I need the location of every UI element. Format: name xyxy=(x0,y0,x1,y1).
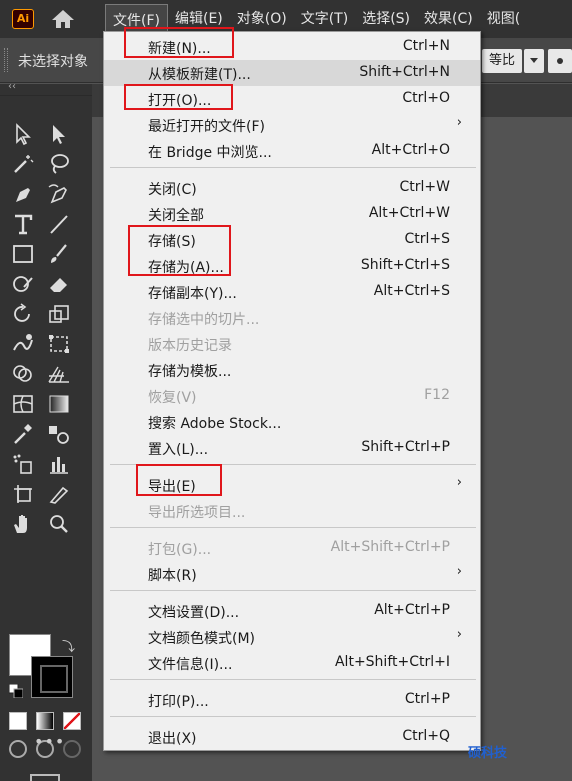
menu-separator xyxy=(110,679,476,680)
curvature-tool-icon[interactable] xyxy=(46,182,78,208)
none-icon[interactable] xyxy=(63,712,81,730)
file-menu-dropdown: 新建(N)... Ctrl+N 从模板新建(T)... Shift+Ctrl+N 打… xyxy=(103,31,481,751)
more-tools-icon[interactable]: ••• xyxy=(34,732,65,751)
highlight-open xyxy=(124,84,233,110)
menu-separator xyxy=(110,716,476,717)
menu-item-place[interactable]: 置入(L)... Shift+Ctrl+P xyxy=(104,435,480,461)
magic-wand-tool-icon[interactable] xyxy=(10,152,42,178)
submenu-arrow-icon: › xyxy=(456,627,462,642)
panel-grip[interactable] xyxy=(4,48,8,72)
menu-view[interactable]: 视图( xyxy=(480,0,527,38)
default-colors-icon[interactable] xyxy=(9,684,23,698)
gradient-tool-icon[interactable] xyxy=(46,392,78,418)
direct-selection-tool-icon[interactable] xyxy=(46,122,78,148)
menu-separator xyxy=(110,167,476,168)
blend-tool-icon[interactable] xyxy=(46,422,78,448)
menu-item-version-history[interactable]: 版本历史记录 xyxy=(104,331,480,357)
menu-item-browse-bridge[interactable]: 在 Bridge 中浏览... Alt+Ctrl+O xyxy=(104,138,480,164)
tools-panel-header: ‹‹ xyxy=(0,81,92,96)
menu-item-save-as-template[interactable]: 存储为模板... xyxy=(104,357,480,383)
color-mode-buttons xyxy=(9,712,81,730)
line-tool-icon[interactable] xyxy=(46,212,78,238)
perspective-grid-tool-icon[interactable] xyxy=(46,362,78,388)
scale-tool-icon[interactable] xyxy=(46,302,78,328)
draw-normal-icon[interactable] xyxy=(9,740,27,758)
highlight-new xyxy=(124,27,234,58)
selection-status: 未选择对象 xyxy=(18,54,88,70)
submenu-arrow-icon: › xyxy=(456,475,462,490)
symbol-sprayer-tool-icon[interactable] xyxy=(10,452,42,478)
type-tool-icon[interactable] xyxy=(10,212,42,238)
pen-tool-icon[interactable] xyxy=(10,182,42,208)
menu-item-close-all[interactable]: 关闭全部 Alt+Ctrl+W xyxy=(104,201,480,227)
tool-grid xyxy=(10,122,82,538)
ratio-select[interactable]: 等比 xyxy=(482,49,522,73)
free-transform-tool-icon[interactable] xyxy=(46,332,78,358)
watermark: 硕科技 xyxy=(468,746,508,761)
eyedropper-tool-icon[interactable] xyxy=(10,422,42,448)
menu-item-scripts[interactable]: 脚本(R) › xyxy=(104,561,480,587)
stroke-color-swatch[interactable] xyxy=(31,656,73,698)
zoom-tool-icon[interactable] xyxy=(46,512,78,538)
artboard-tool-icon[interactable] xyxy=(10,482,42,508)
menu-item-close[interactable]: 关闭(C) Ctrl+W xyxy=(104,175,480,201)
submenu-arrow-icon: › xyxy=(456,115,462,130)
menu-item-save-selected-slices[interactable]: 存储选中的切片... xyxy=(104,305,480,331)
menu-item-package[interactable]: 打包(G)... Alt+Shift+Ctrl+P xyxy=(104,535,480,561)
slice-tool-icon[interactable] xyxy=(46,482,78,508)
rectangle-tool-icon[interactable] xyxy=(10,242,42,268)
menu-item-file-info[interactable]: 文件信息(I)... Alt+Shift+Ctrl+I xyxy=(104,650,480,676)
hand-tool-icon[interactable] xyxy=(10,512,42,538)
highlight-save-group xyxy=(128,225,231,276)
paintbrush-tool-icon[interactable] xyxy=(46,242,78,268)
draw-inside-icon[interactable] xyxy=(63,740,81,758)
menu-item-save-copy[interactable]: 存储副本(Y)... Alt+Ctrl+S xyxy=(104,279,480,305)
ratio-dropdown-button[interactable] xyxy=(524,49,544,73)
menu-item-export-selection[interactable]: 导出所选项目... xyxy=(104,498,480,524)
column-graph-tool-icon[interactable] xyxy=(46,452,78,478)
menu-separator xyxy=(110,590,476,591)
screen-mode-icon[interactable] xyxy=(30,774,60,781)
menu-item-new-from-template[interactable]: 从模板新建(T)... Shift+Ctrl+N xyxy=(104,60,480,86)
home-icon[interactable] xyxy=(50,8,76,30)
menu-separator xyxy=(110,527,476,528)
mesh-tool-icon[interactable] xyxy=(10,392,42,418)
selection-tool-icon[interactable] xyxy=(10,122,42,148)
menu-item-search-adobe-stock[interactable]: 搜索 Adobe Stock... xyxy=(104,409,480,435)
rotate-tool-icon[interactable] xyxy=(10,302,42,328)
warp-tool-icon[interactable] xyxy=(10,332,42,358)
shape-builder-tool-icon[interactable] xyxy=(10,362,42,388)
shaper-tool-icon[interactable] xyxy=(10,272,42,298)
menu-item-document-color-mode[interactable]: 文档颜色模式(M) › xyxy=(104,624,480,650)
eraser-tool-icon[interactable] xyxy=(46,272,78,298)
color-icon[interactable] xyxy=(9,712,27,730)
lasso-tool-icon[interactable] xyxy=(46,152,78,178)
app-logo: Ai xyxy=(12,9,34,29)
swap-colors-icon[interactable]: ⤵ xyxy=(62,636,75,655)
submenu-arrow-icon: › xyxy=(456,564,462,579)
collapse-icon[interactable]: ‹‹ xyxy=(8,81,16,92)
menu-item-open-recent[interactable]: 最近打开的文件(F) › xyxy=(104,112,480,138)
menu-item-revert[interactable]: 恢复(V) F12 xyxy=(104,383,480,409)
menu-item-document-setup[interactable]: 文档设置(D)... Alt+Ctrl+P xyxy=(104,598,480,624)
menu-item-exit[interactable]: 退出(X) Ctrl+Q xyxy=(104,724,480,750)
menu-item-print[interactable]: 打印(P)... Ctrl+P xyxy=(104,687,480,713)
dot-option-button[interactable] xyxy=(548,49,572,73)
highlight-export xyxy=(136,464,222,496)
gradient-icon[interactable] xyxy=(36,712,54,730)
tools-panel: ‹‹ ⤵ xyxy=(0,81,92,781)
